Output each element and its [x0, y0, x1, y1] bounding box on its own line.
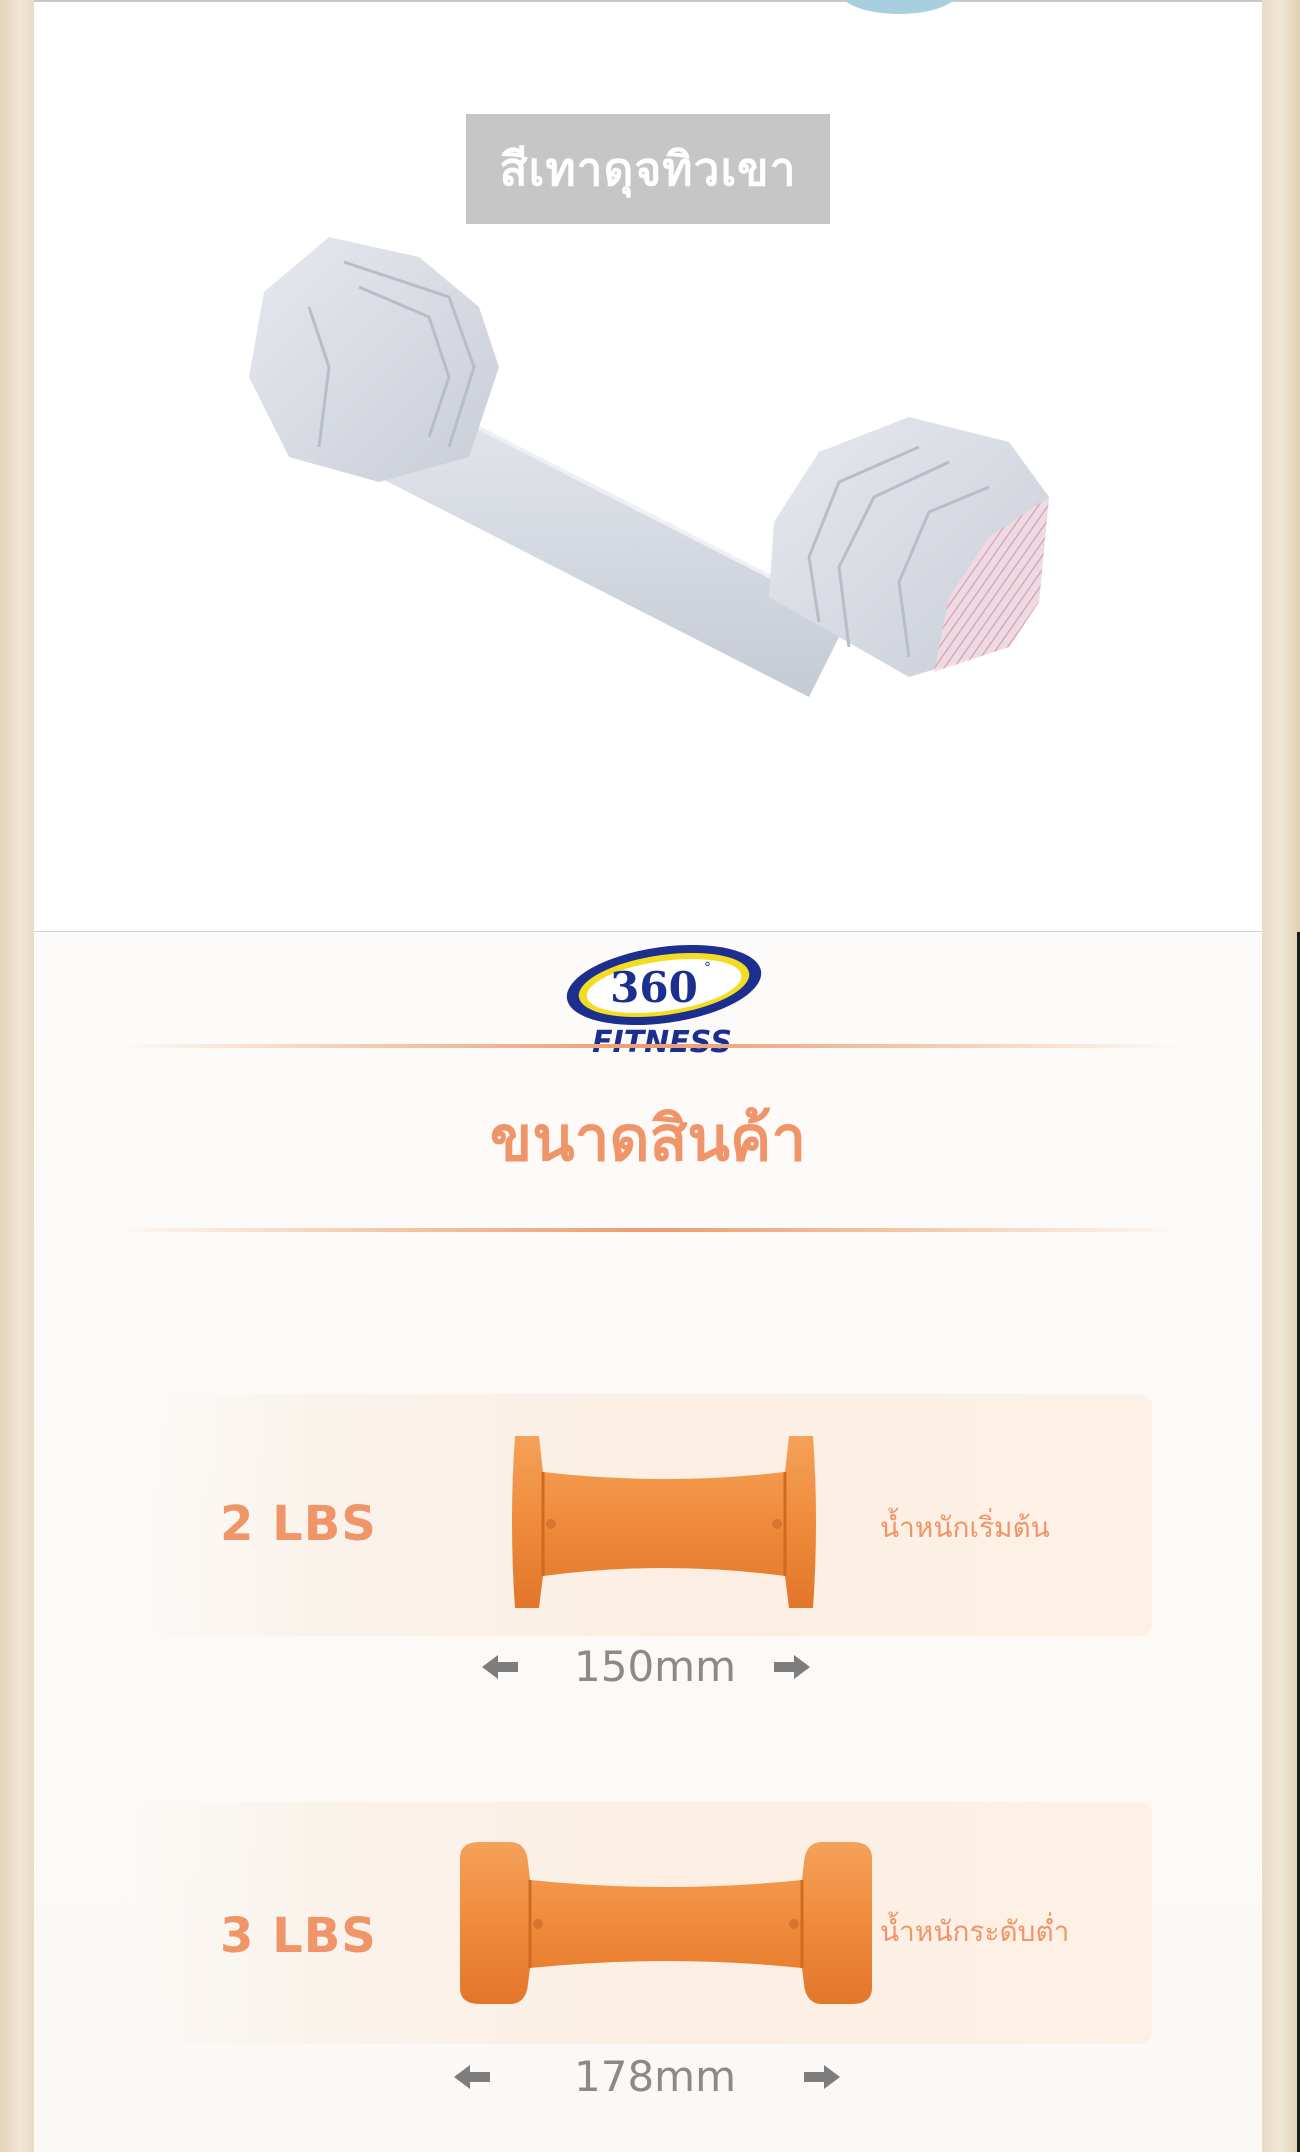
size-level-label: น้ำหนักเริ่มต้น	[880, 1511, 1050, 1544]
title-divider-bottom	[114, 1228, 1184, 1232]
product-color-panel: สีเทาดุจทิวเขา	[34, 0, 1262, 932]
orange-dumbbell-2lbs	[512, 1436, 816, 1608]
arrow-left-icon	[454, 2065, 490, 2089]
arrow-right-icon	[804, 2065, 840, 2089]
section-title: ขนาดสินค้า	[489, 1102, 807, 1175]
page-edge-left	[0, 0, 34, 2152]
arrow-right-icon	[774, 1655, 810, 1679]
page-edge-right	[1262, 0, 1300, 2152]
color-name-badge: สีเทาดุจทิวเขา	[466, 114, 830, 224]
product-size-panel: 360 ° FITNESS ขนาดสินค้า 2 LBS น้ำหนักเร…	[34, 932, 1262, 2152]
size-level-label: น้ำหนักระดับต่ำ	[880, 1915, 1070, 1948]
logo-number: 360	[610, 963, 698, 1012]
size-weight-label: 2 LBS	[220, 1496, 377, 1552]
arrow-left-icon	[482, 1655, 518, 1679]
gray-dumbbell-image	[249, 237, 1049, 697]
previous-product-glimpse	[839, 0, 959, 14]
logo-degree: °	[704, 960, 711, 976]
size-weight-label: 3 LBS	[220, 1908, 377, 1964]
size-length-label: 178mm	[574, 2052, 736, 2101]
logo-brand: FITNESS	[592, 1025, 732, 1060]
title-divider-top	[114, 1044, 1184, 1048]
orange-dumbbell-3lbs	[460, 1842, 872, 2004]
size-length-label: 150mm	[574, 1642, 736, 1691]
brand-logo: 360 ° FITNESS	[554, 940, 774, 1060]
